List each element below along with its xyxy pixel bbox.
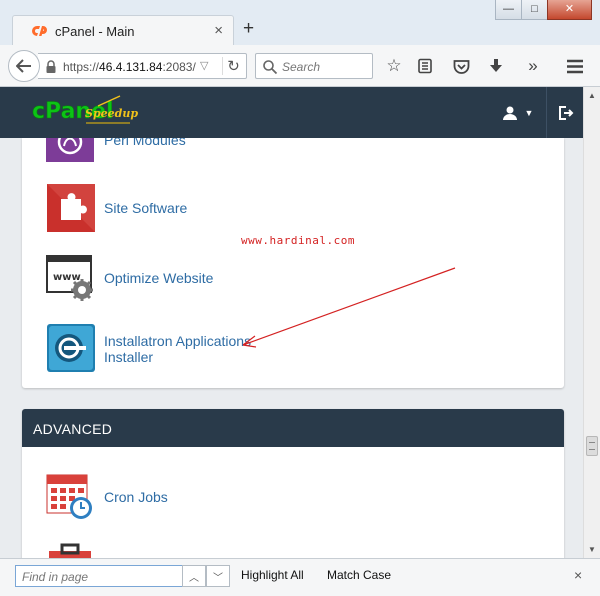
cpanel-speedup-logo[interactable]: cPanel Speedup	[30, 90, 140, 134]
find-placeholder: Find in page	[22, 570, 89, 584]
scroll-up-arrow-icon[interactable]: ▲	[588, 91, 596, 100]
main-content: Perl Modules Site Software www Optimize …	[0, 138, 583, 558]
header-divider	[546, 87, 547, 138]
reload-icon[interactable]: ↻	[222, 57, 244, 75]
perl-modules-link[interactable]: Perl Modules	[104, 138, 186, 148]
list-item-optimize-website[interactable]: www Optimize Website	[46, 253, 213, 303]
toolbox-icon	[49, 543, 91, 558]
perl-modules-icon	[46, 138, 94, 162]
logout-button[interactable]	[548, 87, 583, 138]
back-button[interactable]	[8, 50, 40, 82]
vertical-scrollbar[interactable]: ▲ ▼	[583, 87, 600, 558]
optimize-website-link[interactable]: Optimize Website	[104, 270, 213, 286]
find-next-button[interactable]: ﹀	[206, 565, 230, 587]
list-item-site-software[interactable]: Site Software	[46, 183, 187, 233]
highlight-all-toggle[interactable]: Highlight All	[241, 568, 304, 582]
scrollbar-thumb[interactable]	[586, 436, 598, 456]
software-panel: Perl Modules Site Software www Optimize …	[22, 138, 564, 388]
chevron-down-icon: ﹀	[213, 572, 223, 584]
find-bar: Find in page ︿ ﹀ Highlight All Match Cas…	[0, 558, 600, 596]
cron-jobs-link[interactable]: Cron Jobs	[104, 489, 168, 505]
new-tab-button[interactable]: +	[243, 19, 254, 39]
scroll-down-arrow-icon[interactable]: ▼	[588, 545, 596, 554]
puzzle-icon	[47, 184, 95, 232]
advanced-heading[interactable]: ADVANCED	[22, 409, 564, 447]
hamburger-menu-icon[interactable]	[564, 56, 586, 76]
url-dropdown-icon[interactable]: ▽	[200, 59, 208, 72]
list-item-cron-jobs[interactable]: Cron Jobs	[46, 472, 168, 522]
window-controls: — □ ✕	[495, 0, 592, 20]
url-text: https://46.4.131.84:2083/	[63, 60, 196, 74]
find-in-page-input[interactable]: Find in page	[15, 565, 183, 587]
navigation-bar: https://46.4.131.84:2083/ ▽ ↻ Search ☆ »	[0, 45, 600, 87]
watermark-text: www.hardinal.com	[241, 234, 355, 247]
search-icon	[263, 60, 278, 75]
user-icon	[502, 106, 517, 120]
title-bar: cPanel - Main × + — □ ✕	[0, 0, 600, 46]
www-gear-icon: www	[46, 255, 93, 301]
tab-close-icon[interactable]: ×	[214, 22, 223, 39]
close-window-button[interactable]: ✕	[547, 0, 592, 20]
list-item-next-cut-off[interactable]	[46, 543, 96, 558]
search-bar[interactable]: Search	[255, 53, 373, 79]
advanced-panel: ADVANCED Cron Jobs	[22, 409, 564, 558]
logout-icon	[558, 105, 573, 120]
find-close-icon[interactable]: ×	[574, 567, 582, 583]
cpanel-favicon-icon	[32, 26, 47, 36]
search-placeholder: Search	[282, 60, 321, 74]
installatron-link[interactable]: Installatron Applications Installer	[104, 333, 251, 365]
match-case-toggle[interactable]: Match Case	[327, 568, 391, 582]
pocket-icon[interactable]	[450, 56, 472, 76]
maximize-button[interactable]: □	[521, 0, 548, 20]
calendar-clock-icon	[46, 474, 92, 519]
site-software-link[interactable]: Site Software	[104, 200, 187, 216]
download-icon[interactable]	[485, 56, 507, 76]
url-bar[interactable]: https://46.4.131.84:2083/ ▽ ↻	[38, 53, 247, 79]
minimize-button[interactable]: —	[495, 0, 522, 20]
lock-icon	[46, 60, 56, 73]
browser-tab[interactable]: cPanel - Main ×	[12, 15, 234, 46]
caret-down-icon: ▼	[524, 107, 534, 118]
tab-title: cPanel - Main	[55, 24, 135, 39]
user-menu-button[interactable]: ▼	[490, 87, 546, 138]
list-item-perl-modules[interactable]: Perl Modules	[46, 138, 186, 166]
list-item-installatron[interactable]: Installatron Applications Installer	[46, 323, 251, 373]
find-previous-button[interactable]: ︿	[182, 565, 206, 587]
svg-text:www: www	[53, 272, 81, 283]
installatron-icon	[47, 324, 95, 372]
cpanel-header: cPanel Speedup ▼	[0, 87, 583, 138]
back-arrow-icon	[16, 59, 31, 73]
bookmark-star-icon[interactable]: ☆	[383, 56, 405, 76]
chevron-up-icon: ︿	[189, 572, 199, 584]
reading-list-icon[interactable]	[414, 56, 436, 76]
svg-text:Speedup: Speedup	[85, 107, 138, 120]
overflow-chevron-icon[interactable]: »	[522, 56, 544, 76]
